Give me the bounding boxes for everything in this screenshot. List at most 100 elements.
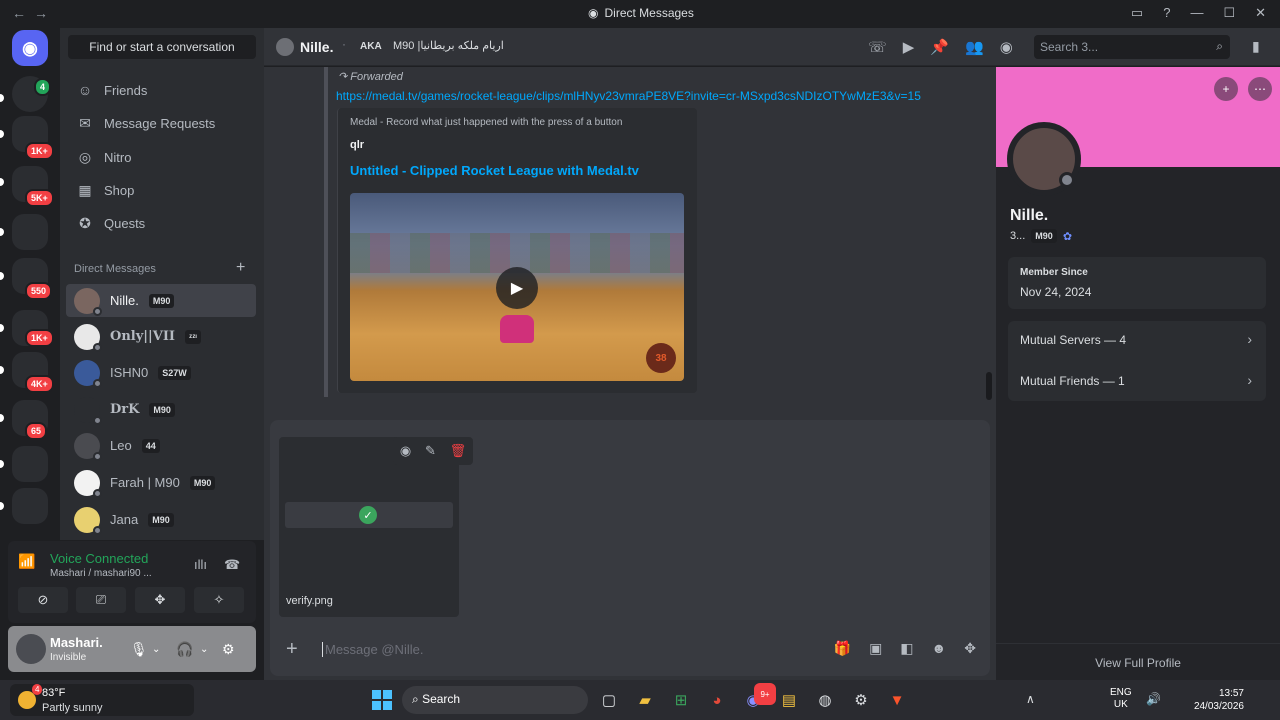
chevron-down-icon[interactable]: ⌄ [152, 644, 160, 655]
weather-widget[interactable]: 4 83°F Partly sunny [10, 684, 194, 716]
forward-arrow-icon[interactable]: → [34, 5, 56, 21]
channel-name[interactable]: Nille. [300, 39, 333, 55]
create-dm-button[interactable]: + [236, 259, 245, 277]
embed-title[interactable]: Untitled - Clipped Rocket League with Me… [350, 163, 639, 178]
microphone-icon[interactable]: 🎙 [130, 641, 148, 658]
camera-off-button[interactable]: ⊘ [18, 587, 68, 613]
search-input[interactable]: Search 3... ⌕ [1034, 35, 1230, 59]
profile-subtitle: 3... M90 ✿ [1010, 229, 1072, 243]
search-placeholder: Search 3... [1040, 40, 1099, 54]
close-button[interactable]: ✕ [1255, 5, 1266, 21]
dm-item[interactable]: DrK M90 [66, 393, 256, 426]
unread-pill [0, 228, 4, 236]
chevron-right-icon: › [1247, 372, 1252, 388]
signal-icon[interactable]: 📶 [18, 553, 40, 575]
nav-shop[interactable]: ▦ Shop [68, 174, 256, 206]
file-explorer-icon[interactable]: ▰ [634, 689, 656, 711]
notes-icon[interactable]: ▤ [778, 689, 800, 711]
chevron-down-icon[interactable]: ⌄ [200, 644, 208, 655]
pin-icon[interactable]: 📌 [930, 38, 949, 56]
dm-item[interactable]: Only||VII ᶻᶻᶦ [66, 320, 256, 353]
soundboard-icon: ✧ [213, 592, 225, 607]
headphones-icon[interactable]: 🎧 [176, 641, 193, 658]
chat-header: Nille. · AKA M90 |اريام ملكه بريطانيا ☏ … [264, 28, 1280, 66]
apps-icon[interactable]: ✥ [964, 640, 976, 657]
noise-suppression-icon[interactable]: ıllı [194, 557, 207, 572]
trash-icon[interactable]: 🗑 [450, 443, 467, 459]
gear-icon[interactable]: ⚙ [222, 641, 235, 658]
discord-icon[interactable]: ◉ 9+ [742, 683, 776, 711]
profile-avatar[interactable] [1007, 122, 1081, 196]
settings-icon[interactable]: ⚙ [850, 689, 872, 711]
gif-icon[interactable]: ▣ [869, 640, 882, 657]
bookmark-icon[interactable]: ▮ [1252, 38, 1260, 55]
message-input[interactable]: Message @Nille. [322, 642, 423, 657]
server-folder[interactable] [12, 488, 48, 524]
dm-item[interactable]: Nille. M90 [66, 284, 256, 317]
add-friend-icon[interactable]: 👥 [965, 38, 984, 56]
gift-icon[interactable]: 🎁 [834, 640, 851, 657]
voice-channel[interactable]: Mashari / mashari90 ... [50, 568, 152, 579]
more-options-icon[interactable]: ⋯ [1248, 77, 1272, 101]
unread-pill [0, 414, 4, 422]
system-tray[interactable]: ∧ [1026, 692, 1035, 706]
mutual-servers-row[interactable]: Mutual Servers — 4 › [1008, 321, 1266, 359]
taskbar-search[interactable]: ⌕ Search [402, 686, 588, 714]
minimize-button[interactable]: — [1190, 5, 1203, 21]
sticker-icon[interactable]: ◧ [900, 640, 913, 657]
guild-tag: M90 [148, 512, 174, 527]
emoji-icon[interactable]: ☻ [932, 640, 947, 657]
chrome-icon[interactable]: ◕ [706, 689, 728, 711]
find-conversation-button[interactable]: Find or start a conversation [68, 35, 256, 59]
xbox-icon[interactable]: ⊞ [670, 689, 692, 711]
nav-quests[interactable]: ✪ Quests [68, 207, 256, 239]
avatar [74, 396, 102, 425]
dm-item[interactable]: ISHN0 S27W [66, 356, 256, 389]
clock[interactable]: 13:57 24/03/2026 [1188, 687, 1244, 713]
dm-item[interactable]: Farah | M90 M90 [66, 466, 256, 499]
screen-share-button[interactable]: ⎚ [76, 587, 126, 613]
discord-logo-icon: ◉ [588, 6, 599, 20]
video-call-icon[interactable]: ▶ [903, 38, 915, 56]
language-indicator[interactable]: ENG UK [1110, 687, 1132, 711]
help-icon[interactable]: ? [1163, 5, 1170, 21]
user-name[interactable]: Mashari. [50, 635, 103, 650]
verified-check-icon: ✓ [359, 506, 377, 524]
soundboard-button[interactable]: ✧ [194, 587, 244, 613]
server-folder[interactable] [12, 446, 48, 482]
nav-friends[interactable]: ☺ Friends [68, 74, 256, 106]
scrollbar[interactable] [986, 372, 992, 400]
mutual-friends-row[interactable]: Mutual Friends — 1 › [1008, 362, 1266, 400]
nav-message-requests[interactable]: ✉ Message Requests [68, 107, 256, 139]
video-thumbnail[interactable]: ▶ 38 [350, 193, 684, 381]
eye-icon[interactable]: ◉ [400, 443, 411, 459]
play-icon[interactable]: ▶ [496, 267, 538, 309]
user-profile-icon[interactable]: ◉ [1000, 38, 1013, 56]
nav-nitro[interactable]: ◎ Nitro [68, 141, 256, 173]
start-button[interactable] [372, 690, 392, 710]
dm-item[interactable]: Leo 44 [66, 429, 256, 462]
pencil-icon[interactable]: ✎ [425, 443, 436, 459]
voice-status[interactable]: Voice Connected [50, 551, 148, 566]
guild-tag: 44 [141, 438, 160, 453]
activities-button[interactable]: ✥ [135, 587, 185, 613]
nav-label: Quests [104, 215, 146, 231]
disconnect-icon[interactable]: ☎ [224, 557, 240, 573]
task-view-icon[interactable]: ▢ [598, 689, 620, 711]
avatar[interactable] [16, 634, 46, 664]
dm-item[interactable]: Jana M90 [66, 503, 256, 536]
message-composer: ✓ verify.png ◉ ✎ 🗑 + Message @Nille. 🎁 ▣… [270, 420, 990, 676]
home-button[interactable]: ◉ [12, 30, 48, 66]
view-full-profile-button[interactable]: View Full Profile [996, 643, 1280, 680]
volume-icon[interactable]: 🔊 [1146, 692, 1161, 706]
voice-call-icon[interactable]: ☏ [868, 38, 887, 56]
steam-icon[interactable]: ◍ [814, 689, 836, 711]
message-link[interactable]: https://medal.tv/games/rocket-league/cli… [336, 89, 921, 103]
inbox-icon[interactable]: ▭ [1131, 5, 1143, 21]
back-arrow-icon[interactable]: ← [12, 5, 34, 21]
add-friend-icon[interactable]: + [1214, 77, 1238, 101]
maximize-button[interactable]: ☐ [1223, 5, 1235, 21]
server-folder[interactable] [12, 214, 48, 250]
upload-plus-icon[interactable]: + [286, 638, 298, 661]
brave-icon[interactable]: ▼ [886, 689, 908, 711]
